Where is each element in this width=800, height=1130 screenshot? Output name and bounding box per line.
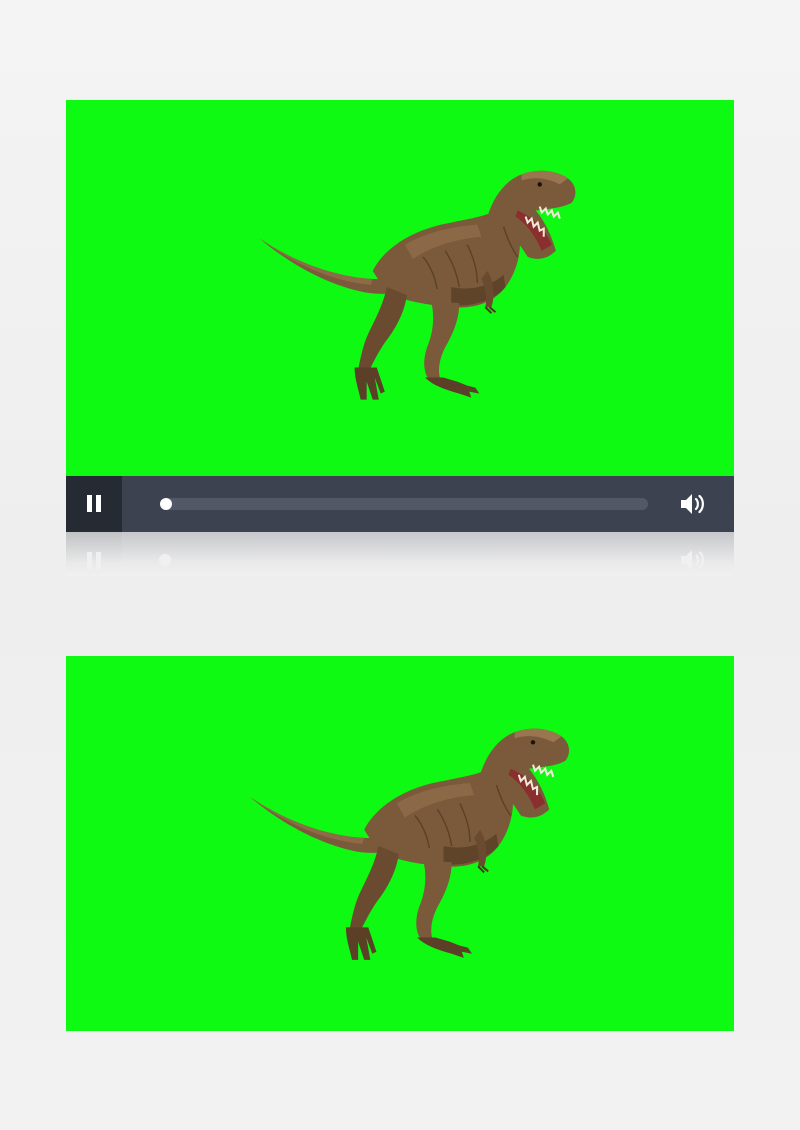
video-frame[interactable] [66, 100, 734, 476]
preview-still-frame [66, 656, 734, 1031]
t-rex-dinosaur [259, 169, 577, 401]
video-player[interactable] [66, 100, 734, 532]
video-control-bar [66, 476, 734, 532]
progress-bar[interactable] [160, 498, 648, 510]
volume-icon [681, 494, 704, 514]
pause-button[interactable] [66, 476, 122, 532]
control-bar-reflection [66, 532, 734, 576]
volume-button[interactable] [678, 490, 708, 518]
progress-handle[interactable] [160, 498, 172, 510]
t-rex-dinosaur [249, 727, 571, 961]
